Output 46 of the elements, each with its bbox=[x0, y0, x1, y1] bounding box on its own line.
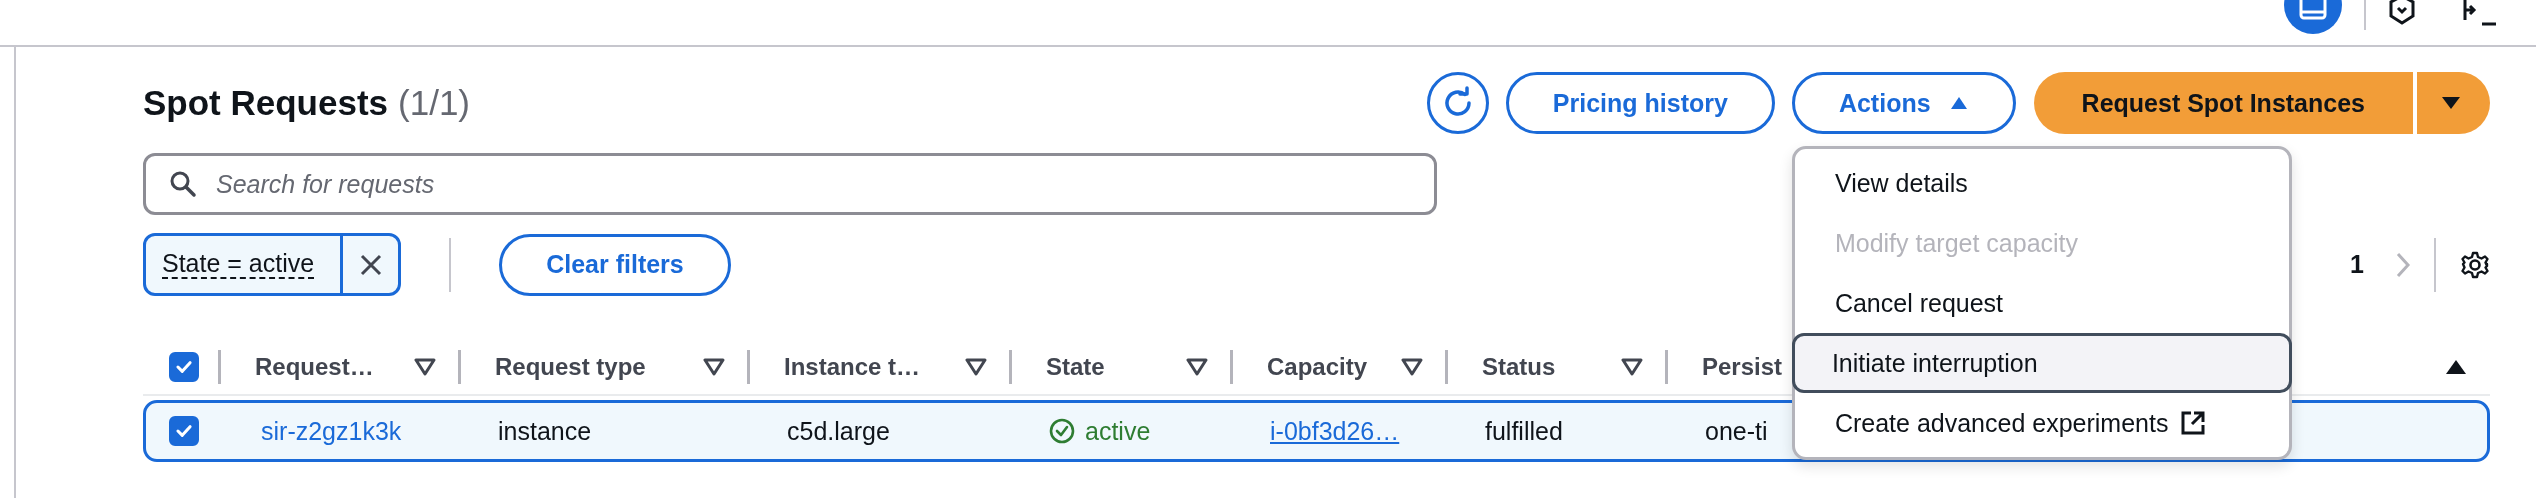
request-id-link[interactable]: sir-z2gz1k3k bbox=[261, 416, 402, 446]
filter-icon[interactable] bbox=[1621, 358, 1643, 376]
external-link-icon bbox=[2180, 410, 2207, 436]
filter-icon[interactable] bbox=[1186, 358, 1208, 376]
settings-icon[interactable] bbox=[2460, 249, 2490, 280]
actions-button[interactable]: Actions bbox=[1791, 72, 2016, 134]
pricing-history-button[interactable]: Pricing history bbox=[1505, 72, 1775, 134]
sort-icon[interactable] bbox=[2444, 358, 2468, 376]
table-cell: c5d.large bbox=[787, 416, 890, 446]
filter-icon[interactable] bbox=[1401, 358, 1423, 376]
check-circle-icon bbox=[1049, 418, 1075, 444]
column-header[interactable]: Capacity bbox=[1233, 353, 1368, 381]
request-count: (1/1) bbox=[398, 83, 470, 123]
search-icon bbox=[169, 170, 197, 198]
table-cell: one-ti bbox=[1705, 416, 1768, 446]
filter-label[interactable]: State = active bbox=[162, 249, 315, 280]
terminal-icon[interactable] bbox=[2462, 0, 2498, 28]
column-header[interactable]: Status bbox=[1448, 353, 1556, 381]
caret-icon bbox=[1948, 95, 1969, 111]
status-text: active bbox=[1085, 416, 1151, 446]
menu-item[interactable]: Cancel request bbox=[1794, 273, 2289, 333]
checkbox[interactable] bbox=[169, 352, 199, 382]
table-cell: fulfilled bbox=[1485, 416, 1563, 446]
window-icon[interactable] bbox=[2284, 0, 2342, 34]
clear-filters-button[interactable]: Clear filters bbox=[499, 233, 731, 296]
column-header[interactable]: Request… bbox=[221, 353, 374, 381]
caret-down-icon bbox=[2439, 95, 2462, 111]
dropdown-button[interactable] bbox=[2417, 72, 2490, 134]
menu-item[interactable]: Initiate interruption bbox=[1791, 333, 2292, 393]
search-field[interactable]: Search for requests bbox=[143, 153, 1437, 215]
instance-link[interactable]: i-0bf3d26… bbox=[1270, 416, 1400, 446]
column-header[interactable]: Request type bbox=[461, 353, 646, 381]
page-title: Spot Requests bbox=[143, 83, 389, 123]
close-icon bbox=[358, 252, 383, 277]
column-header[interactable]: State bbox=[1012, 353, 1105, 381]
menu-item[interactable]: View details bbox=[1794, 153, 2289, 213]
page-number[interactable]: 1 bbox=[2350, 250, 2364, 279]
column-header[interactable]: Instance t… bbox=[750, 353, 921, 381]
checkbox[interactable] bbox=[169, 416, 199, 446]
hexagon-icon[interactable] bbox=[2388, 0, 2416, 26]
column-header[interactable]: Persist bbox=[1668, 353, 1783, 381]
request-spot-instances-button[interactable]: Request Spot Instances bbox=[2033, 72, 2413, 134]
filter-icon[interactable] bbox=[703, 358, 725, 376]
filter-icon[interactable] bbox=[414, 358, 436, 376]
table-cell: instance bbox=[498, 416, 592, 446]
filter-icon[interactable] bbox=[965, 358, 987, 376]
